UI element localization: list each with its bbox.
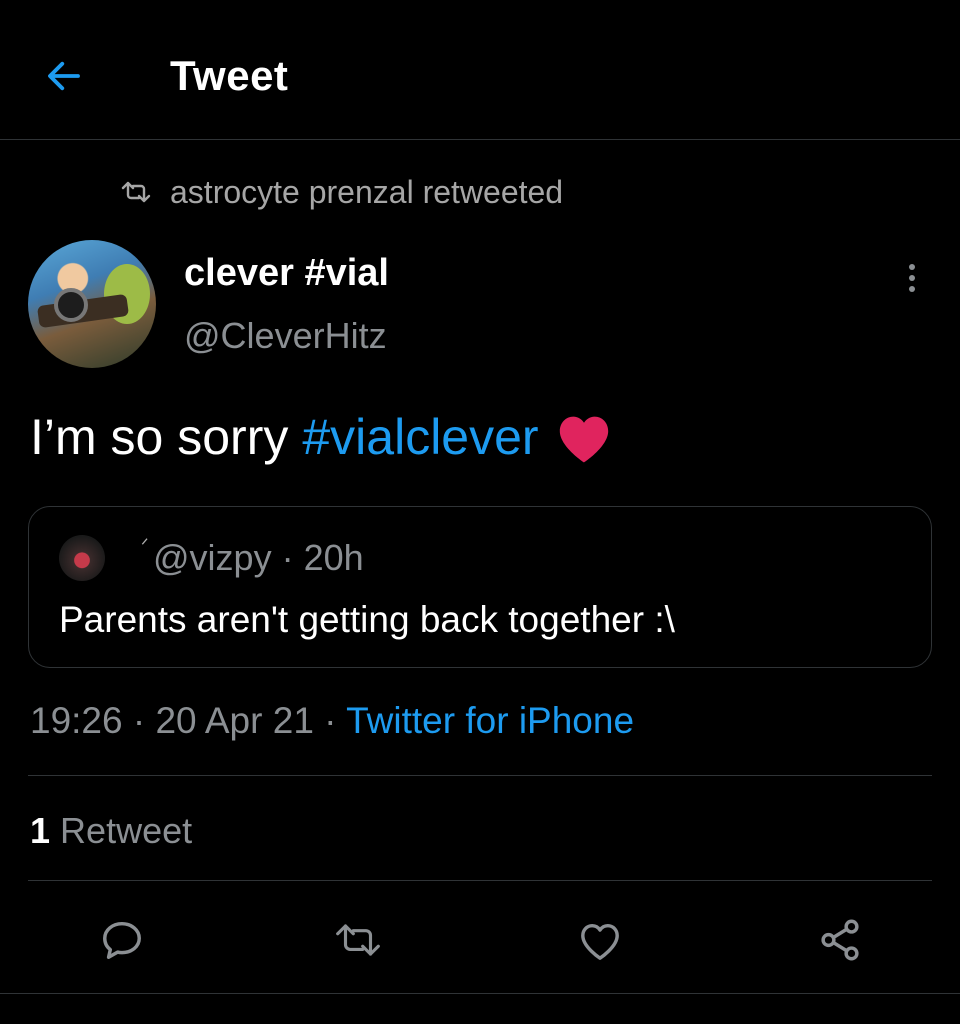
tweet-body: I’m so sorry #vialclever bbox=[30, 408, 615, 466]
meta-separator: · bbox=[324, 700, 337, 741]
quoted-meta: @vizpy · 20h bbox=[153, 537, 364, 579]
tweet-text: I’m so sorry bbox=[30, 409, 289, 465]
reply-icon bbox=[103, 921, 141, 959]
share-icon bbox=[821, 919, 859, 961]
retweet-count: 1 bbox=[30, 810, 51, 851]
retweet-context: astrocyte prenzal retweeted bbox=[120, 172, 563, 212]
retweet-button[interactable] bbox=[330, 912, 386, 968]
retweet-stats[interactable]: 1 Retweet bbox=[30, 810, 192, 852]
page-title: Tweet bbox=[170, 52, 289, 99]
author-display-name[interactable]: clever #vial bbox=[184, 252, 389, 295]
red-heart-icon bbox=[559, 416, 608, 463]
divider bbox=[28, 775, 932, 776]
share-button[interactable] bbox=[812, 912, 868, 968]
author-handle[interactable]: @CleverHitz bbox=[184, 315, 387, 357]
tweet-meta: 19:26 · 20 Apr 21 · Twitter for iPhone bbox=[30, 700, 634, 742]
quoted-name-mark: ᐟ bbox=[141, 535, 149, 555]
divider bbox=[28, 880, 932, 881]
tweet-time: 19:26 bbox=[30, 700, 123, 741]
like-button[interactable] bbox=[572, 912, 628, 968]
arrow-left-icon bbox=[48, 61, 80, 91]
meta-separator: · bbox=[132, 700, 146, 741]
tweet-source-link[interactable]: Twitter for iPhone bbox=[346, 700, 634, 741]
meta-separator: · bbox=[281, 537, 294, 578]
tweet-date: 20 Apr 21 bbox=[155, 700, 314, 741]
reply-button[interactable] bbox=[94, 912, 150, 968]
retweet-icon bbox=[336, 924, 380, 956]
quoted-text: Parents aren't getting back together :\ bbox=[59, 599, 675, 640]
more-options-button[interactable] bbox=[892, 258, 932, 298]
quoted-time: 20h bbox=[303, 537, 364, 578]
retweet-icon bbox=[121, 181, 151, 203]
author-avatar[interactable] bbox=[28, 240, 156, 368]
quoted-handle: @vizpy bbox=[153, 537, 272, 578]
hashtag-link[interactable]: #vialclever bbox=[302, 408, 538, 466]
quoted-avatar bbox=[59, 535, 105, 581]
more-vertical-icon bbox=[909, 264, 915, 270]
like-icon bbox=[581, 923, 619, 960]
divider bbox=[0, 993, 960, 994]
retweet-label: Retweet bbox=[60, 810, 193, 851]
retweet-context-text: astrocyte prenzal retweeted bbox=[170, 173, 564, 210]
quoted-tweet-card[interactable]: ᐟ @vizpy · 20h Parents aren't getting ba… bbox=[28, 506, 932, 668]
back-button[interactable] bbox=[40, 52, 88, 100]
top-app-bar: Tweet bbox=[0, 0, 960, 140]
